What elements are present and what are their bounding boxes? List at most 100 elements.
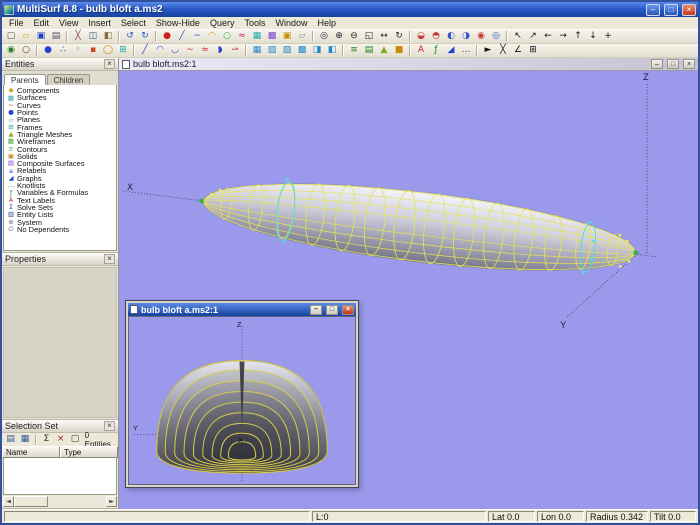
point-tool-icon[interactable]: ● [160,31,174,43]
floating-window[interactable]: bulb bloft a.ms2:1 – □ × [125,300,359,488]
foil-entity-icon[interactable]: ◗ [213,45,227,57]
conic-entity-icon[interactable]: ◡ [168,45,182,57]
close-properties-panel-icon[interactable]: × [104,254,115,264]
arc-tool-icon[interactable]: ◠ [205,31,219,43]
control-point[interactable] [627,260,630,263]
maximize-button[interactable]: □ [664,4,678,16]
new-file-icon[interactable]: ▢ [4,31,18,43]
selection-set-list[interactable] [3,458,117,495]
selection-set-hscrollbar[interactable]: ◄ ► [3,496,117,507]
formula-entity-icon[interactable]: ƒ [429,45,443,57]
save-file-icon[interactable]: ▣ [34,31,48,43]
contours-entity-icon[interactable]: ≡ [347,45,361,57]
bead-entity-icon[interactable]: ◦ [71,45,85,57]
control-point[interactable] [618,234,621,237]
zoom-in-icon[interactable]: ⊕ [332,31,346,43]
zoom-out-icon[interactable]: ⊖ [347,31,361,43]
tab-children[interactable]: Children [47,74,91,85]
control-point[interactable] [582,272,585,275]
undo-icon[interactable]: ↺ [123,31,137,43]
line-entity-icon[interactable]: ╱ [138,45,152,57]
close-selection-set-panel-icon[interactable]: × [104,421,115,431]
solid-tool-icon[interactable]: ▣ [280,31,294,43]
swept-surface-icon[interactable]: ◨ [310,45,324,57]
scrollbar-track[interactable] [14,496,106,507]
control-point[interactable] [633,251,637,255]
tab-parents[interactable]: Parents [4,74,46,85]
menu-select[interactable]: Select [116,17,151,29]
zoom-window-icon[interactable]: ◱ [362,31,376,43]
center-view-icon[interactable]: + [601,31,615,43]
bulb-model[interactable] [195,166,641,288]
rotate-right-icon[interactable]: ↗ [526,31,540,43]
view-right-icon[interactable]: ◑ [459,31,473,43]
menu-show-hide[interactable]: Show-Hide [151,17,205,29]
selection-sum-icon[interactable]: Σ [40,434,53,446]
paste-icon[interactable]: ◧ [101,31,115,43]
child-minimize-button[interactable]: – [651,59,663,69]
point-entity-icon[interactable]: ● [41,45,55,57]
zoom-all-icon[interactable]: ◎ [317,31,331,43]
view-back-icon[interactable]: ◎ [489,31,503,43]
frame-entity-icon[interactable]: ⊞ [116,45,130,57]
move-right-icon[interactable]: → [556,31,570,43]
knotlist-entity-icon[interactable]: … [459,45,473,57]
ccurve-entity-icon[interactable]: ≈ [198,45,212,57]
control-point[interactable] [286,178,289,181]
entities-tree-item-no-dependents[interactable]: ∅No Dependents [4,226,116,233]
cut-icon[interactable]: ╳ [71,31,85,43]
ring-entity-icon[interactable]: ◯ [101,45,115,57]
menu-insert[interactable]: Insert [83,17,116,29]
clear-selection-icon[interactable]: × [54,434,67,446]
scroll-left-icon[interactable]: ◄ [3,496,14,507]
control-point[interactable] [590,257,593,260]
float-close-button[interactable]: × [342,305,354,315]
graph-entity-icon[interactable]: ◢ [444,45,458,57]
select-tool-icon[interactable]: ► [481,45,495,57]
close-button[interactable]: × [682,4,696,16]
move-down-icon[interactable]: ↓ [586,31,600,43]
rotate-left-icon[interactable]: ↖ [511,31,525,43]
selection-list-icon[interactable]: ▤ [4,434,17,446]
menu-query[interactable]: Query [205,17,240,29]
copy-icon[interactable]: ◫ [86,31,100,43]
plane-tool-icon[interactable]: ▱ [295,31,309,43]
arc-entity-icon[interactable]: ◠ [153,45,167,57]
front-view[interactable]: Z Y X [128,316,356,485]
magnet-entity-icon[interactable]: ▪ [86,45,100,57]
perspective-view[interactable]: X Z Y [119,71,698,509]
control-point[interactable] [283,241,286,244]
selection-check-icon[interactable]: ▢ [68,434,81,446]
menu-help[interactable]: Help [313,17,342,29]
control-point[interactable] [619,265,622,268]
floating-window-titlebar[interactable]: bulb bloft a.ms2:1 – □ × [128,303,356,316]
surface-tool-icon[interactable]: ▦ [250,31,264,43]
circle-tool-icon[interactable]: ○ [220,31,234,43]
wireframe-entity-icon[interactable]: ▤ [362,45,376,57]
menu-edit[interactable]: Edit [29,17,55,29]
float-minimize-button[interactable]: – [310,305,322,315]
column-header-name[interactable]: Name [2,446,60,458]
open-file-icon[interactable]: ▱ [19,31,33,43]
patch-surface-icon[interactable]: ◧ [325,45,339,57]
child-close-button[interactable]: × [683,59,695,69]
grid-toggle-icon[interactable]: ⊞ [526,45,540,57]
projected-curve-icon[interactable]: ⇀ [228,45,242,57]
view-bottom-icon[interactable]: ◓ [429,31,443,43]
minimize-button[interactable]: – [646,4,660,16]
control-point[interactable] [588,221,591,224]
float-restore-button[interactable]: □ [326,305,338,315]
move-left-icon[interactable]: ← [541,31,555,43]
view-front-icon[interactable]: ◉ [474,31,488,43]
spline-tool-icon[interactable]: ≈ [235,31,249,43]
front-view-canvas[interactable]: Z Y X [129,317,355,484]
points-entity-icon[interactable]: ∴ [56,45,70,57]
line-tool-icon[interactable]: ╱ [175,31,189,43]
child-restore-button[interactable]: □ [667,59,679,69]
child-window-titlebar[interactable]: bulb bloft.ms2:1 – □ × [119,58,698,71]
selection-grid-icon[interactable]: ▦ [18,434,31,446]
control-point[interactable] [199,199,203,203]
show-all-icon[interactable]: ◉ [4,45,18,57]
control-point[interactable] [219,189,222,192]
solid-entity-icon[interactable]: ■ [392,45,406,57]
